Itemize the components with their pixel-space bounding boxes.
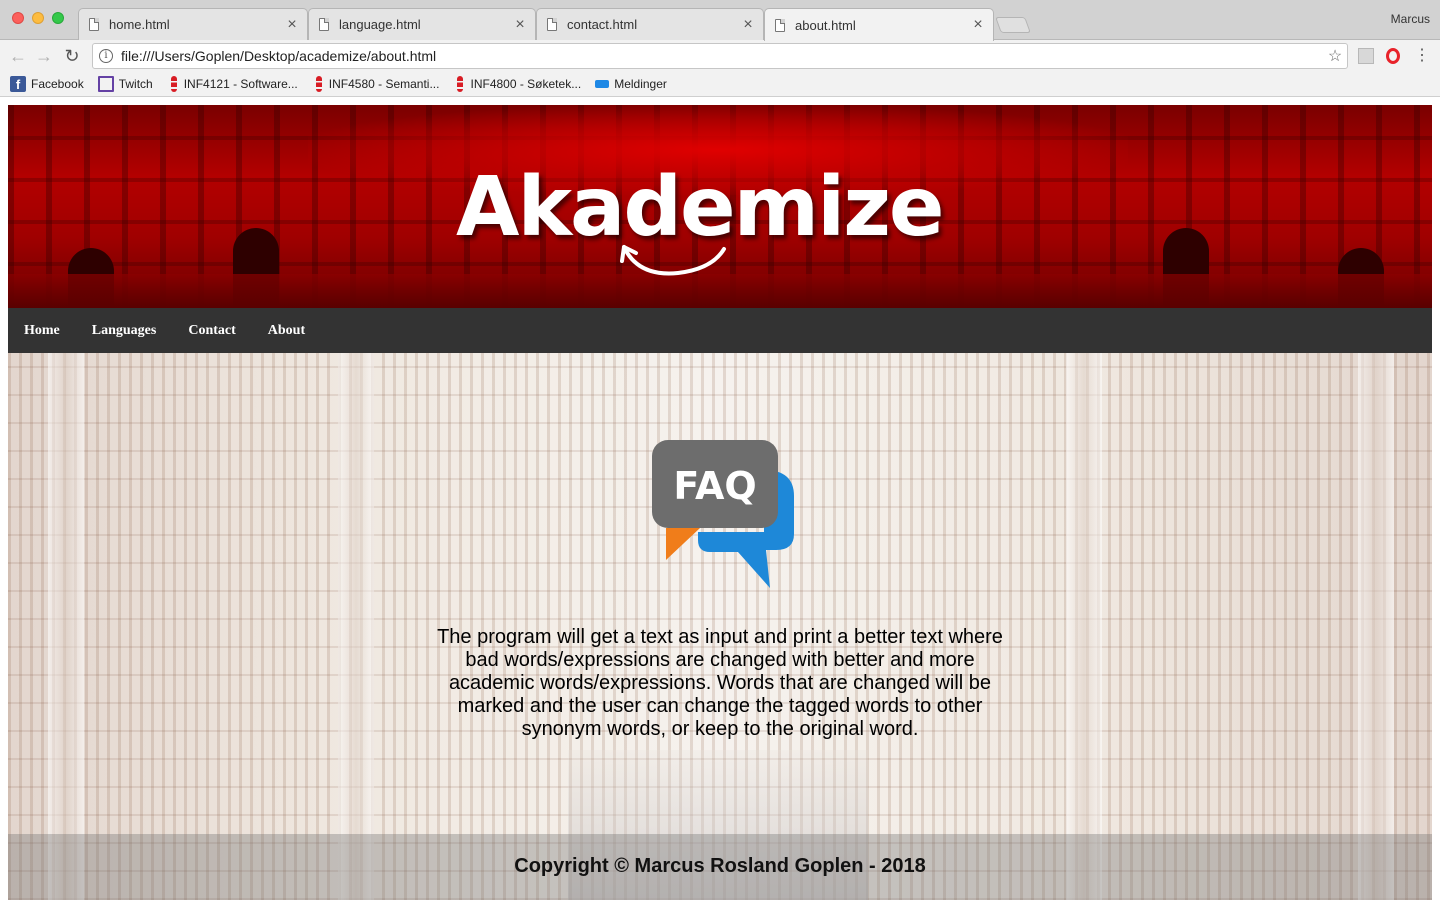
- tab-language[interactable]: language.html ×: [308, 8, 536, 40]
- nav-about[interactable]: About: [268, 323, 305, 339]
- twitch-icon: [97, 76, 114, 92]
- tab-title: about.html: [795, 17, 856, 33]
- url-text[interactable]: file:///Users/Goplen/Desktop/academize/a…: [121, 48, 1323, 64]
- extension-icon[interactable]: [1358, 48, 1374, 64]
- close-tab-icon[interactable]: ×: [285, 16, 299, 32]
- logo-swoosh-icon: [620, 245, 726, 276]
- bookmarks-bar: f Facebook Twitch INF4121 - Software... …: [0, 72, 1440, 97]
- copyright-text: Copyright © Marcus Rosland Goplen - 2018: [514, 854, 926, 877]
- reload-icon[interactable]: ↻: [60, 44, 84, 68]
- library-column: [48, 353, 84, 900]
- site-header: Akademize: [8, 105, 1432, 308]
- bookmark-inf4800[interactable]: INF4800 - Søketek...: [453, 76, 581, 92]
- info-icon[interactable]: i: [99, 49, 113, 63]
- library-column: [1066, 353, 1102, 900]
- library-column: [1358, 353, 1394, 900]
- nav-languages[interactable]: Languages: [92, 323, 157, 339]
- bookmark-inf4580[interactable]: INF4580 - Semanti...: [312, 76, 440, 92]
- profile-name[interactable]: Marcus: [1391, 12, 1430, 26]
- new-tab-button[interactable]: [995, 17, 1031, 33]
- tab-strip: home.html × language.html × contact.html…: [0, 0, 1440, 41]
- tab-title: home.html: [109, 17, 170, 32]
- library-column: [338, 353, 374, 900]
- uio-icon: [457, 76, 464, 92]
- tab-title: contact.html: [567, 17, 638, 32]
- document-icon: [89, 18, 99, 31]
- bookmark-label: INF4121 - Software...: [183, 77, 298, 91]
- site-footer: Copyright © Marcus Rosland Goplen - 2018: [8, 834, 1432, 900]
- back-arrow-icon[interactable]: ←: [6, 44, 30, 68]
- page: Akademize Home Languages Contact About F…: [8, 105, 1432, 900]
- bookmark-inf4121[interactable]: INF4121 - Software...: [167, 76, 298, 92]
- close-tab-icon[interactable]: ×: [741, 16, 755, 32]
- bookmark-meldinger[interactable]: Meldinger: [595, 77, 667, 91]
- tab-contact[interactable]: contact.html ×: [536, 8, 764, 40]
- close-tab-icon[interactable]: ×: [971, 17, 985, 33]
- messages-icon: [595, 80, 610, 88]
- page-scrollbar[interactable]: [1432, 97, 1440, 900]
- bookmark-label: Facebook: [31, 77, 84, 91]
- tab-home[interactable]: home.html ×: [78, 8, 308, 40]
- uio-icon: [170, 76, 177, 92]
- document-icon: [547, 18, 557, 31]
- tab-title: language.html: [339, 17, 421, 32]
- bookmark-label: Twitch: [118, 77, 153, 91]
- close-tab-icon[interactable]: ×: [513, 16, 527, 32]
- bookmark-label: INF4580 - Semanti...: [328, 77, 440, 91]
- bookmark-facebook[interactable]: f Facebook: [10, 76, 84, 92]
- site-navbar: Home Languages Contact About: [8, 308, 1432, 353]
- nav-contact[interactable]: Contact: [188, 323, 235, 339]
- bookmark-twitch[interactable]: Twitch: [97, 76, 153, 92]
- facebook-icon: f: [10, 76, 26, 92]
- document-icon: [775, 18, 785, 32]
- nav-home[interactable]: Home: [24, 323, 60, 339]
- faq-icon: FAQ: [652, 440, 794, 588]
- minimize-window-button[interactable]: [32, 12, 44, 24]
- browser-toolbar: ← → ↻ i file:///Users/Goplen/Desktop/aca…: [0, 40, 1440, 72]
- page-viewport: Akademize Home Languages Contact About F…: [0, 97, 1440, 900]
- about-description: The program will get a text as input and…: [437, 626, 1003, 740]
- bookmark-label: Meldinger: [614, 77, 667, 91]
- opera-icon[interactable]: [1386, 48, 1400, 64]
- menu-icon[interactable]: ⋮: [1414, 46, 1430, 66]
- document-icon: [319, 18, 329, 31]
- close-window-button[interactable]: [12, 12, 24, 24]
- uio-icon: [315, 76, 322, 92]
- forward-arrow-icon[interactable]: →: [32, 44, 56, 68]
- tab-about[interactable]: about.html ×: [764, 8, 994, 41]
- faq-label: FAQ: [673, 464, 756, 508]
- bookmark-star-icon[interactable]: ☆: [1323, 46, 1347, 66]
- bookmark-label: INF4800 - Søketek...: [470, 77, 582, 91]
- about-content: FAQ The program will get a text as input…: [8, 353, 1432, 900]
- address-bar[interactable]: i file:///Users/Goplen/Desktop/academize…: [92, 43, 1348, 69]
- fullscreen-window-button[interactable]: [52, 12, 64, 24]
